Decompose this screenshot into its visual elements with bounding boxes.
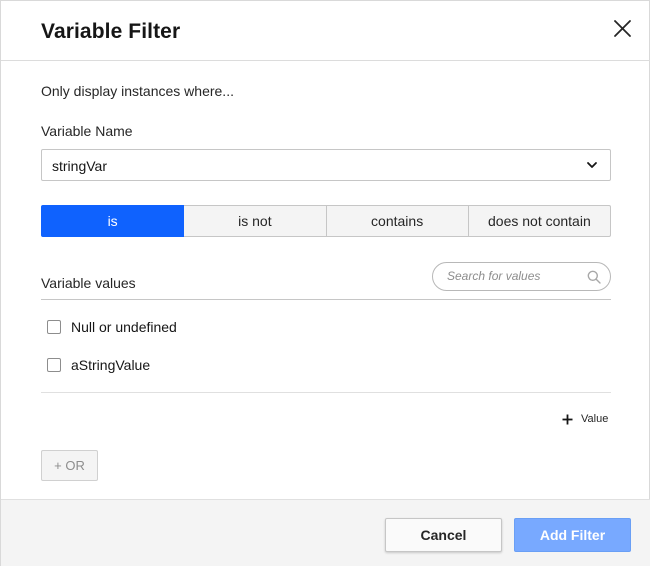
search-icon	[587, 270, 601, 284]
plus-icon	[562, 414, 573, 424]
checkbox[interactable]	[47, 358, 61, 372]
dialog-title: Variable Filter	[41, 20, 181, 43]
variable-filter-dialog: Variable Filter Only display instances w…	[0, 0, 650, 566]
value-option-label: Null or undefined	[71, 319, 177, 335]
value-search-input[interactable]	[447, 269, 587, 283]
value-option-astringvalue[interactable]: aStringValue	[47, 355, 150, 375]
value-option-label: aStringValue	[71, 357, 151, 373]
add-or-button[interactable]: + OR	[41, 450, 98, 481]
add-filter-button[interactable]: Add Filter	[514, 518, 631, 552]
operator-is-not[interactable]: is not	[183, 205, 327, 237]
intro-text: Only display instances where...	[41, 83, 234, 99]
dialog-footer: Cancel Add Filter	[1, 499, 650, 566]
chevron-down-icon	[587, 162, 597, 168]
operator-contains[interactable]: contains	[325, 205, 469, 237]
value-option-null[interactable]: Null or undefined	[47, 317, 177, 337]
variable-name-select[interactable]: stringVar	[41, 149, 611, 181]
values-divider-top	[41, 299, 611, 300]
add-value-label: Value	[581, 413, 609, 425]
checkbox[interactable]	[47, 320, 61, 334]
values-divider-bottom	[41, 392, 611, 393]
variable-values-label: Variable values	[41, 275, 136, 291]
operator-switcher: is is not contains does not contain	[41, 205, 611, 237]
operator-is[interactable]: is	[41, 205, 185, 237]
value-search	[432, 262, 611, 291]
operator-does-not-contain[interactable]: does not contain	[467, 205, 611, 237]
dialog-header: Variable Filter	[1, 1, 650, 61]
close-icon	[614, 20, 631, 37]
cancel-button[interactable]: Cancel	[385, 518, 502, 552]
add-value-button[interactable]: Value	[562, 411, 608, 427]
variable-name-value: stringVar	[52, 158, 107, 174]
close-button[interactable]	[609, 15, 637, 43]
variable-name-label: Variable Name	[41, 123, 133, 139]
